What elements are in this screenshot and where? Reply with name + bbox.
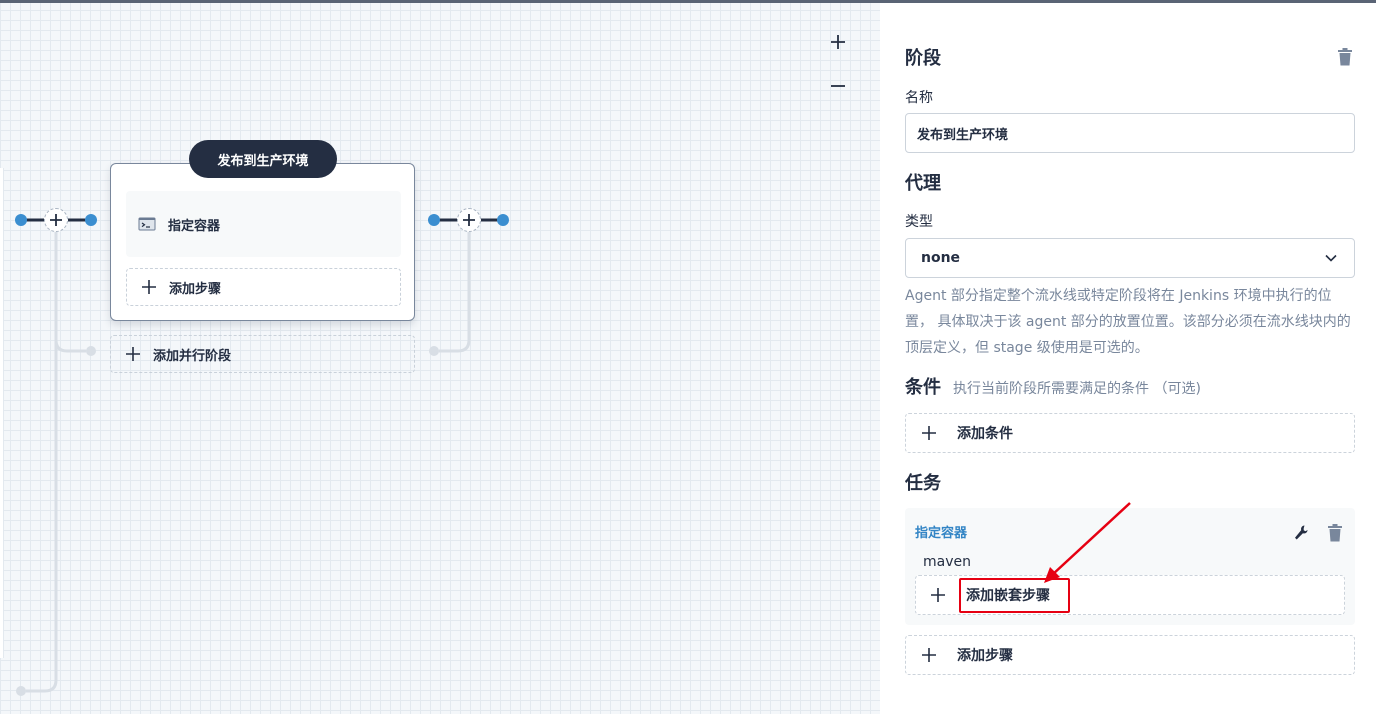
plus-icon: [931, 588, 945, 602]
chevron-down-icon: [1325, 254, 1337, 262]
add-nested-step-label: 添加嵌套步骤: [966, 588, 1050, 604]
task-name-link[interactable]: 指定容器: [915, 522, 967, 541]
plus-icon: [831, 35, 845, 49]
stage-title-pill[interactable]: 发布到生产环境: [189, 140, 337, 178]
condition-hint: 执行当前阶段所需要满足的条件 （可选): [953, 381, 1201, 397]
stage-config-panel: 阶段 名称 发布到生产环境 代理 类型 none Agent 部分指定整个流水线…: [880, 0, 1376, 714]
top-strip: [0, 0, 1376, 3]
plus-icon: [126, 347, 140, 361]
type-label: 类型: [905, 214, 933, 230]
condition-header: 条件 执行当前阶段所需要满足的条件 （可选): [905, 373, 1201, 399]
task-heading: 任务: [905, 473, 941, 494]
condition-heading: 条件: [905, 377, 941, 398]
terminal-icon: [138, 217, 156, 231]
node-dot: [428, 214, 440, 226]
agent-type-value: none: [921, 250, 961, 266]
step-item[interactable]: 指定容器: [126, 191, 401, 257]
name-label: 名称: [905, 90, 933, 106]
add-stage-after-button[interactable]: [457, 208, 481, 232]
add-task-step-label: 添加步骤: [957, 648, 1013, 664]
add-step-label: 添加步骤: [169, 281, 222, 297]
plus-icon: [922, 648, 936, 662]
agent-heading: 代理: [905, 173, 941, 194]
task-value: maven: [923, 554, 971, 570]
stage-card[interactable]: 指定容器 添加步骤: [110, 163, 415, 321]
add-parallel-stage-button[interactable]: 添加并行阶段: [110, 335, 415, 373]
agent-description: Agent 部分指定整个流水线或特定阶段将在 Jenkins 环境中执行的位置，…: [905, 288, 1351, 356]
add-task-step-button[interactable]: 添加步骤: [905, 635, 1355, 675]
add-nested-step-button[interactable]: 添加嵌套步骤: [915, 575, 1345, 615]
stage-heading: 阶段: [905, 48, 941, 69]
add-condition-button[interactable]: 添加条件: [905, 413, 1355, 453]
node-dot: [497, 214, 509, 226]
wrench-icon[interactable]: [1293, 524, 1309, 542]
zoom-in-button[interactable]: [826, 30, 850, 54]
task-card: 指定容器 maven 添加嵌套步骤: [905, 508, 1355, 625]
delete-task-icon[interactable]: [1327, 524, 1343, 542]
step-label: 指定容器: [168, 218, 221, 234]
add-condition-label: 添加条件: [957, 426, 1013, 442]
plus-icon: [142, 280, 156, 294]
zoom-out-button[interactable]: [826, 74, 850, 98]
plus-icon: [50, 214, 62, 226]
agent-type-select[interactable]: none: [905, 238, 1355, 278]
add-step-button[interactable]: 添加步骤: [126, 268, 401, 306]
minus-icon: [831, 85, 845, 87]
stage-name-input[interactable]: 发布到生产环境: [905, 113, 1355, 153]
add-stage-before-button[interactable]: [44, 208, 68, 232]
pipeline-canvas[interactable]: 发布到生产环境 指定容器 添加步骤 添加并行阶段: [0, 0, 880, 714]
delete-stage-icon[interactable]: [1337, 48, 1353, 66]
node-dot: [85, 214, 97, 226]
plus-icon: [463, 214, 475, 226]
node-dot: [15, 214, 27, 226]
add-parallel-label: 添加并行阶段: [153, 348, 232, 364]
plus-icon: [922, 426, 936, 440]
